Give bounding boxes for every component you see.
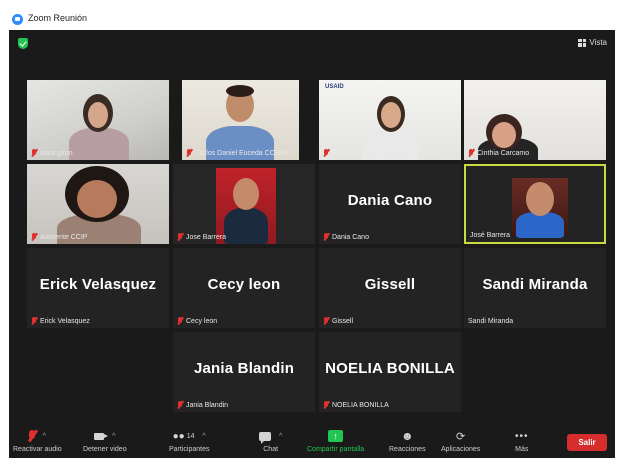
window-title: Zoom Reunión (28, 13, 88, 23)
participant-name: Cinthia Carcamo (477, 149, 530, 157)
muted-mic-icon (27, 430, 36, 442)
chat-button[interactable]: ^ Chat (259, 429, 282, 457)
participant-name: Dania Cano (332, 233, 369, 241)
apps-button[interactable]: ⟳ Aplicaciones (441, 429, 480, 457)
participant-display-name: Cecy leon (207, 276, 281, 293)
participant-name: Ana Perdomo - Creando Mi Fut... (332, 149, 436, 157)
participant-name: Carlos Daniel Euceda COHEP (195, 149, 290, 157)
reactions-label: Reacciones (389, 446, 426, 453)
chevron-up-icon[interactable]: ^ (112, 433, 115, 440)
more-button[interactable]: ••• Más (515, 429, 529, 457)
muted-mic-icon (323, 317, 329, 325)
participant-display-name: Sandi Miranda (482, 276, 588, 293)
participant-name: Gissell (332, 317, 354, 325)
participants-count: 14 (186, 432, 195, 440)
unmute-audio-label: Reactivar audio (13, 446, 62, 453)
muted-mic-icon (186, 149, 192, 157)
share-screen-label: Compartir pantalla (307, 446, 365, 453)
participant-display-name: NOELIA BONILLA (325, 360, 455, 377)
grid-view-icon (578, 38, 587, 47)
participant-tile[interactable]: Cecy leon Cecy leon (173, 248, 315, 328)
participant-display-name: Dania Cano (347, 192, 433, 209)
meeting-toolbar: ^ Reactivar audio ^ Detener video ●● 14 ^ … (9, 426, 615, 458)
participant-tile[interactable]: Jania Blandin Jania Blandin (173, 332, 315, 412)
muted-mic-icon (31, 149, 37, 157)
participant-tile[interactable]: Gissell Gissell (319, 248, 461, 328)
muted-mic-icon (323, 149, 329, 157)
chat-label: Chat (263, 446, 279, 453)
stop-video-label: Detener video (83, 446, 127, 453)
participants-button[interactable]: ●● 14 ^ Participantes (169, 429, 209, 457)
participant-name: Sandi Miranda (468, 318, 514, 325)
security-shield-icon[interactable] (18, 38, 28, 49)
participants-label: Participantes (169, 446, 210, 453)
participant-tile[interactable]: Cinthia Carcamo (464, 80, 606, 160)
participant-display-name: Jania Blandin (193, 360, 295, 377)
chevron-up-icon[interactable]: ^ (203, 433, 206, 440)
muted-mic-icon (31, 233, 37, 241)
unmute-audio-button[interactable]: ^ Reactivar audio (13, 429, 62, 457)
zoom-logo-icon (12, 14, 23, 25)
participant-tile[interactable]: Erick Velasquez Erick Velasquez (27, 248, 169, 328)
participant-tile[interactable]: NOELIA BONILLA NOELIA BONILLA (319, 332, 461, 412)
apps-icon: ⟳ (456, 430, 466, 443)
muted-mic-icon (323, 233, 329, 241)
meeting-window: Vista clara giron Carlos Daniel Euceda C… (9, 30, 615, 458)
participant-name: Jania Blandin (186, 401, 229, 409)
participant-tile[interactable]: Sandi Miranda Sandi Miranda (464, 248, 606, 328)
more-label: Más (515, 446, 529, 453)
muted-mic-icon (468, 149, 474, 157)
reactions-button[interactable]: ☻ Reacciones (389, 429, 426, 457)
participant-display-name: Erick Velasquez (39, 276, 157, 293)
participant-tile[interactable]: Dania Cano Dania Cano (319, 164, 461, 244)
participant-name: clara giron (40, 149, 73, 157)
participant-name: Erick Velasquez (40, 317, 90, 325)
muted-mic-icon (177, 317, 183, 325)
muted-mic-icon (177, 401, 183, 409)
muted-mic-icon (323, 401, 329, 409)
view-button[interactable]: Vista (578, 38, 607, 47)
share-screen-button[interactable]: ↑ Compartir pantalla (307, 429, 364, 457)
participant-name: José Barrera (470, 232, 511, 239)
participant-name: Jose Barrera (186, 233, 227, 241)
participant-tile[interactable]: Asistente CCIP (27, 164, 169, 244)
share-screen-icon: ↑ (328, 430, 344, 442)
participants-icon: ●● (172, 430, 185, 442)
muted-mic-icon (31, 317, 37, 325)
apps-label: Aplicaciones (441, 446, 481, 453)
participant-tile[interactable]: Jose Barrera (173, 164, 315, 244)
participant-tile[interactable]: USAID Ana Perdomo - Creando Mi Fut... (319, 80, 461, 160)
participant-tile[interactable]: clara giron (27, 80, 169, 160)
participant-display-name: Gissell (364, 276, 416, 293)
stop-video-button[interactable]: ^ Detener video (83, 429, 127, 457)
chevron-up-icon[interactable]: ^ (279, 433, 282, 440)
chat-bubble-icon (259, 431, 271, 444)
chevron-up-icon[interactable]: ^ (43, 433, 46, 440)
participant-tile[interactable]: Carlos Daniel Euceda COHEP (182, 80, 299, 160)
view-label: Vista (589, 38, 607, 47)
leave-button[interactable]: Salir (567, 434, 607, 451)
more-dots-icon: ••• (515, 430, 529, 442)
title-bar: Zoom Reunión (0, 0, 622, 28)
participant-name: Asistente CCIP (40, 233, 88, 241)
active-speaker-tile[interactable]: José Barrera (464, 164, 606, 244)
muted-mic-icon (177, 233, 183, 241)
participant-name: NOELIA BONILLA (332, 401, 389, 409)
smiley-icon: ☻ (400, 429, 414, 443)
video-camera-icon (94, 432, 109, 440)
participant-name: Cecy leon (186, 317, 218, 325)
